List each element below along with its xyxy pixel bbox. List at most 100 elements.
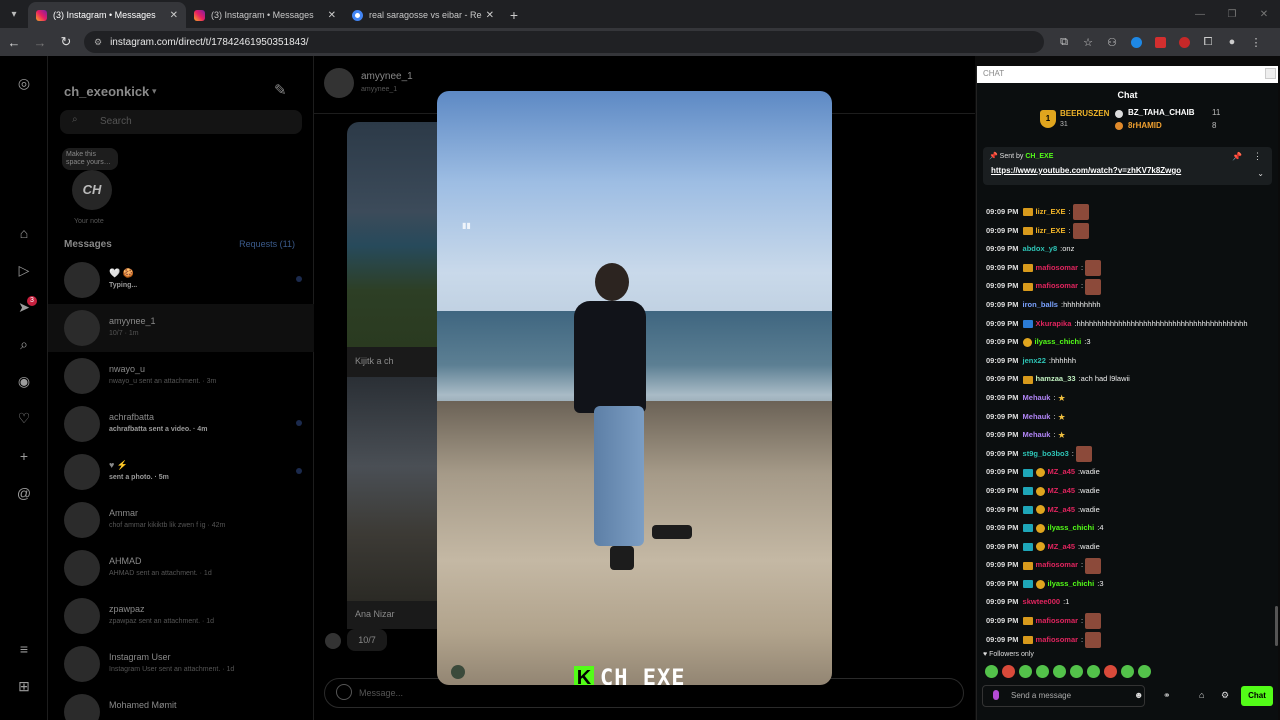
emoji-icon[interactable] [336, 684, 352, 700]
chat-username[interactable]: hamzaa_33 [1036, 370, 1076, 389]
emote-icon[interactable] [1138, 665, 1151, 678]
emote-icon[interactable] [1070, 665, 1083, 678]
emote-icon[interactable] [1036, 665, 1049, 678]
chat-username[interactable]: mafiosomar [1036, 631, 1079, 649]
chat-username[interactable]: iron_balls [1023, 296, 1058, 315]
audio-icon[interactable] [451, 665, 465, 679]
more-menu-icon[interactable]: ≡ [15, 640, 33, 658]
thread-name[interactable]: amyynee_1 [361, 71, 413, 82]
threads-icon[interactable]: @ [15, 484, 33, 502]
chat-username[interactable]: MZ_a45 [1048, 538, 1076, 557]
note-bubble[interactable]: Make this space yours… [62, 148, 118, 170]
reload-icon[interactable]: ↻ [54, 30, 78, 54]
chat-username[interactable]: ilyass_chichi [1035, 333, 1082, 352]
browser-menu-icon[interactable]: ⋮ [1244, 32, 1268, 52]
chat-username[interactable]: abdox_y8 [1023, 240, 1058, 259]
settings-gear-icon[interactable]: ⚙ [1221, 690, 1229, 701]
chat-input[interactable]: Send a message [982, 685, 1145, 707]
emote-icon[interactable] [985, 665, 998, 678]
extension-red-icon[interactable] [1148, 32, 1172, 52]
profile-avatar-icon[interactable]: ● [1220, 32, 1244, 52]
conversation-item[interactable]: amyynee_1 10/7 · 1m [48, 304, 314, 352]
pinned-link[interactable]: https://www.youtube.com/watch?v=zhKV7k8Z… [991, 166, 1181, 175]
chat-username[interactable]: Mehauk [1023, 389, 1051, 408]
home-icon[interactable]: ⌂ [15, 224, 33, 242]
chat-username[interactable]: mafiosomar [1036, 556, 1079, 575]
back-icon[interactable]: ← [2, 30, 26, 54]
extensions-puzzle-icon[interactable]: ⧠ [1196, 32, 1220, 52]
emote-icon[interactable] [1104, 665, 1117, 678]
chat-username[interactable]: ilyass_chichi [1048, 575, 1095, 594]
chat-username[interactable]: mafiosomar [1036, 612, 1079, 631]
chat-username[interactable]: MZ_a45 [1048, 463, 1076, 482]
extension-ruby-icon[interactable] [1172, 32, 1196, 52]
address-bar[interactable]: ⚙ instagram.com/direct/t/178424619503518… [84, 31, 1044, 53]
avatar[interactable] [324, 68, 354, 98]
account-username[interactable]: ch_exeonkick [64, 84, 149, 99]
chat-username[interactable]: st9g_bo3bo3 [1023, 445, 1069, 464]
emote-icon[interactable] [1121, 665, 1134, 678]
install-app-icon[interactable]: ⧉ [1052, 32, 1076, 52]
minimize-icon[interactable]: — [1184, 0, 1216, 28]
chat-username[interactable]: Mehauk [1023, 426, 1051, 445]
emote-icon[interactable] [1002, 665, 1015, 678]
microphone-icon[interactable] [993, 690, 999, 700]
store-icon[interactable]: ⌂ [1199, 690, 1204, 700]
emote-icon[interactable] [1019, 665, 1032, 678]
media-viewer[interactable]: ▮▮ K CH_EXE [437, 91, 832, 685]
forward-icon[interactable]: → [28, 30, 52, 54]
chat-username[interactable]: mafiosomar [1036, 259, 1079, 278]
chat-username[interactable]: mafiosomar [1036, 277, 1079, 296]
conversation-item[interactable]: ♥ ⚡ sent a photo. · 5m [48, 448, 314, 496]
chat-username[interactable]: skwtee000 [1023, 593, 1061, 612]
reels-icon[interactable]: ▷ [15, 261, 33, 279]
pin-icon[interactable]: 📌 [1232, 152, 1242, 161]
shared-photo[interactable] [347, 377, 437, 601]
chat-username[interactable]: Xkurapika [1036, 315, 1072, 334]
conversation-item[interactable]: AHMAD AHMAD sent an attachment. · 1d [48, 544, 314, 592]
emoji-picker-icon[interactable]: ☻ [1134, 690, 1143, 700]
more-options-icon[interactable]: ⋮ [1253, 151, 1262, 162]
group-icon[interactable]: ⚭ [1163, 690, 1171, 701]
chat-username[interactable]: MZ_a45 [1048, 482, 1076, 501]
new-tab-button[interactable]: + [502, 2, 526, 28]
browser-tab-2[interactable]: (3) Instagram • Messages ✕ [186, 2, 344, 28]
note-avatar[interactable]: CH [72, 170, 112, 210]
chevron-down-icon[interactable]: ⌄ [1257, 169, 1264, 178]
create-icon[interactable]: + [15, 447, 33, 465]
shared-photo[interactable] [347, 122, 437, 347]
conversation-item[interactable]: Ammar chof ammar kikiktb lik zwen f ig ·… [48, 496, 314, 544]
send-chat-button[interactable]: Chat [1241, 686, 1273, 706]
bookmark-star-icon[interactable]: ☆ [1076, 32, 1100, 52]
browser-tab-1[interactable]: (3) Instagram • Messages ✕ [28, 2, 186, 28]
pause-icon[interactable]: ▮▮ [462, 221, 480, 241]
instagram-logo-icon[interactable]: ◎ [15, 74, 33, 92]
message-bubble[interactable]: 10/7 [347, 629, 387, 651]
close-icon[interactable]: ✕ [170, 10, 178, 21]
close-icon[interactable]: ✕ [328, 10, 336, 21]
chat-username[interactable]: lizr_EXE [1036, 222, 1066, 241]
heart-icon[interactable]: ♡ [15, 409, 33, 427]
chevron-down-icon[interactable]: ▾ [152, 86, 157, 97]
explore-icon[interactable]: ◉ [15, 372, 33, 390]
search-icon[interactable]: ⌕ [15, 335, 33, 353]
browser-tab-3[interactable]: real saragosse vs eibar - Recher ✕ [344, 2, 502, 28]
emote-icon[interactable] [1087, 665, 1100, 678]
conversation-item[interactable]: zpawpaz zpawpaz sent an attachment. · 1d [48, 592, 314, 640]
search-input[interactable]: Search [60, 110, 302, 134]
site-info-icon[interactable]: ⚙ [94, 37, 102, 48]
close-icon[interactable]: ✕ [486, 10, 494, 21]
emote-icon[interactable] [1053, 665, 1066, 678]
conversation-item[interactable]: achrafbatta achrafbatta sent a video. · … [48, 400, 314, 448]
chat-username[interactable]: MZ_a45 [1048, 501, 1076, 520]
scrollbar[interactable] [1275, 606, 1278, 646]
extension-icon[interactable]: ⚇ [1100, 32, 1124, 52]
maximize-icon[interactable]: ❐ [1216, 0, 1248, 28]
compose-icon[interactable]: ✎ [274, 81, 287, 99]
conversation-item[interactable]: Instagram User Instagram User sent an at… [48, 640, 314, 688]
conversation-item[interactable]: nwayo_u nwayo_u sent an attachment. · 3m [48, 352, 314, 400]
chat-username[interactable]: lizr_EXE [1036, 203, 1066, 222]
chat-username[interactable]: jenx22 [1023, 352, 1046, 371]
conversation-item[interactable]: Mohamed Mømit [48, 688, 314, 720]
chat-username[interactable]: ilyass_chichi [1048, 519, 1095, 538]
